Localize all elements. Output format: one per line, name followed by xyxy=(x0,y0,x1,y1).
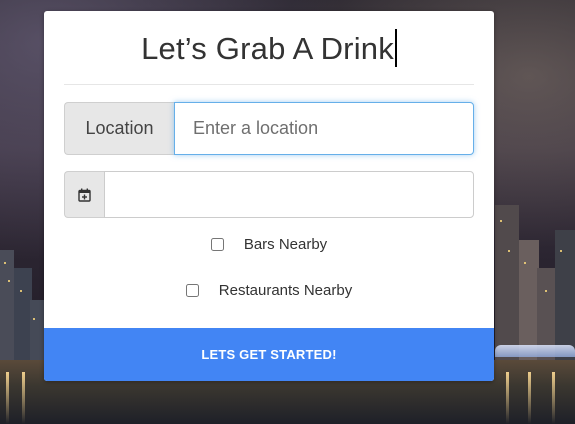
light-reflection xyxy=(6,372,9,424)
restaurants-nearby-label: Restaurants Nearby xyxy=(218,282,353,299)
title-text: Let’s Grab A Drink xyxy=(141,31,394,66)
get-started-button[interactable]: LETS GET STARTED! xyxy=(44,328,494,381)
restaurants-nearby-option: Restaurants Nearby xyxy=(44,282,494,299)
bars-nearby-checkbox[interactable] xyxy=(210,238,224,251)
date-input-group xyxy=(64,171,474,218)
date-input[interactable] xyxy=(104,171,474,218)
light-reflection xyxy=(528,372,531,424)
bars-nearby-option: Bars Nearby xyxy=(44,236,494,253)
window-light xyxy=(4,262,6,264)
page-title: Let’s Grab A Drink xyxy=(44,29,494,69)
window-light xyxy=(8,280,10,282)
building-silhouette xyxy=(537,268,555,375)
restaurants-nearby-checkbox[interactable] xyxy=(185,284,199,297)
search-form-card: Let’s Grab A Drink Location Bars Nearby … xyxy=(44,11,494,381)
bridge xyxy=(495,345,575,357)
calendar-plus-icon[interactable] xyxy=(64,171,104,218)
window-light xyxy=(508,250,510,252)
window-light xyxy=(20,290,22,292)
window-light xyxy=(33,318,35,320)
light-reflection xyxy=(22,372,25,424)
location-label: Location xyxy=(64,102,174,155)
location-input[interactable] xyxy=(174,102,474,155)
location-input-group: Location xyxy=(64,102,474,155)
text-cursor xyxy=(394,29,397,67)
light-reflection xyxy=(506,372,509,424)
window-light xyxy=(524,262,526,264)
window-light xyxy=(545,290,547,292)
bars-nearby-label: Bars Nearby xyxy=(243,236,328,253)
light-reflection xyxy=(552,372,555,424)
divider xyxy=(64,84,474,85)
window-light xyxy=(500,220,502,222)
window-light xyxy=(560,250,562,252)
calendar-plus-icon-glyph xyxy=(78,188,91,202)
